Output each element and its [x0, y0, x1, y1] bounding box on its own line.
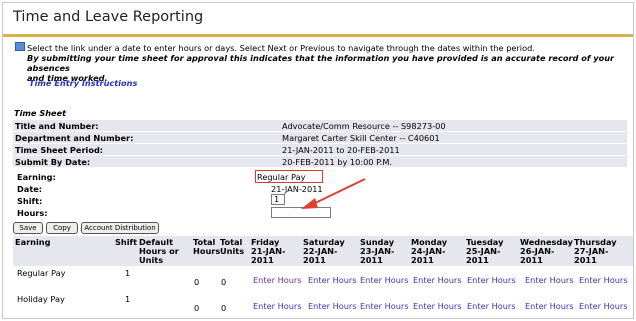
column-header-line: Shift: [115, 237, 138, 247]
column-header-line: 2011: [303, 255, 326, 265]
row-value: 21-JAN-2011 to 20-FEB-2011: [282, 145, 400, 155]
column-header-line: Earning: [15, 237, 51, 247]
column-header: Monday 24-JAN- 2011: [411, 238, 447, 265]
enter-hours-link[interactable]: Enter Hours: [413, 275, 462, 285]
enter-hours-link[interactable]: Enter Hours: [360, 301, 409, 311]
column-header: Total Hours: [193, 238, 220, 256]
column-header: Tuesday 25-JAN- 2011: [466, 238, 503, 265]
row-shift: 1: [125, 268, 131, 278]
info-icon: [15, 42, 25, 51]
info-row-submit-by: Submit By Date: 20-FEB-2011 by 10:00 P.M…: [13, 156, 627, 167]
copy-button[interactable]: Copy: [46, 222, 78, 234]
earning-name: Regular Pay: [17, 268, 66, 278]
shift-row: Shift:: [13, 195, 273, 206]
column-header: Shift: [115, 238, 137, 247]
row-label: Submit By Date:: [15, 157, 91, 167]
save-button[interactable]: Save: [13, 222, 43, 234]
column-header-line: 2011: [520, 255, 543, 265]
column-header: Saturday 22-JAN- 2011: [303, 238, 345, 265]
earning-row: Earning:: [13, 171, 273, 182]
column-header: Default Hours or Units: [139, 238, 179, 265]
column-header-line: 2011: [360, 255, 383, 265]
enter-hours-link[interactable]: Enter Hours: [360, 275, 409, 285]
row-label: Department and Number:: [15, 133, 134, 143]
row-value: Advocate/Comm Resource -- S98273-00: [282, 121, 446, 131]
time-leave-window: Time and Leave Reporting Select the link…: [2, 2, 634, 319]
enter-hours-link[interactable]: Enter Hours: [308, 301, 357, 311]
total-units: 0: [221, 303, 227, 313]
row-value: Margaret Carter Skill Center -- C40601: [282, 133, 440, 143]
column-header: Thursday 27-JAN- 2011: [574, 238, 617, 265]
total-hours: 0: [194, 277, 200, 287]
earning-label: Earning:: [17, 172, 56, 182]
info-row-department: Department and Number: Margaret Carter S…: [13, 132, 627, 143]
column-header-line: Hours: [193, 246, 221, 256]
shift-value: 1: [274, 194, 280, 204]
row-label: Title and Number:: [15, 121, 99, 131]
enter-hours-link[interactable]: Enter Hours: [525, 275, 574, 285]
header-divider: [3, 34, 633, 37]
enter-hours-link[interactable]: Enter Hours: [308, 275, 357, 285]
callout-arrow-icon: [301, 178, 366, 209]
info-line-2: By submitting your time sheet for approv…: [27, 53, 615, 73]
enter-hours-link[interactable]: Enter Hours: [525, 301, 574, 311]
column-header-line: 2011: [574, 255, 597, 265]
column-header-line: 2011: [466, 255, 489, 265]
enter-hours-link[interactable]: Enter Hours: [579, 275, 628, 285]
shift-label: Shift:: [17, 196, 43, 206]
column-header: Total Units: [220, 238, 244, 256]
column-header-line: Units: [220, 246, 245, 256]
enter-hours-link[interactable]: Enter Hours: [467, 301, 516, 311]
enter-hours-link[interactable]: Enter Hours: [467, 275, 516, 285]
date-row: Date:: [13, 183, 273, 194]
column-header: Earning: [15, 238, 50, 247]
column-header-line: 2011: [411, 255, 434, 265]
enter-hours-link[interactable]: Enter Hours: [253, 301, 302, 311]
column-header: Wednesday 26-JAN- 2011: [520, 238, 573, 265]
enter-hours-link[interactable]: Enter Hours: [253, 275, 302, 285]
row-label: Time Sheet Period:: [15, 145, 104, 155]
total-units: 0: [221, 277, 227, 287]
earning-name: Holiday Pay: [17, 294, 65, 304]
row-shift: 1: [125, 294, 131, 304]
date-label: Date:: [17, 184, 43, 194]
time-entry-instructions-link[interactable]: Time Entry Instructions: [29, 78, 137, 88]
row-value: 20-FEB-2011 by 10:00 P.M.: [282, 157, 393, 167]
info-row-period: Time Sheet Period: 21-JAN-2011 to 20-FEB…: [13, 144, 627, 155]
info-row-title: Title and Number: Advocate/Comm Resource…: [13, 120, 627, 131]
instructions-text: Select the link under a date to enter ho…: [27, 43, 627, 83]
total-hours: 0: [194, 303, 200, 313]
page-title: Time and Leave Reporting: [13, 9, 204, 25]
column-header-line: 2011: [251, 255, 274, 265]
info-line-1: Select the link under a date to enter ho…: [27, 43, 535, 53]
enter-hours-link[interactable]: Enter Hours: [413, 301, 462, 311]
column-header-line: Units: [139, 255, 164, 265]
hours-label: Hours:: [17, 208, 48, 218]
shift-input[interactable]: 1: [271, 194, 285, 205]
column-header: Sunday 23-JAN- 2011: [360, 238, 394, 265]
hours-row: Hours:: [13, 207, 273, 218]
enter-hours-link[interactable]: Enter Hours: [579, 301, 628, 311]
account-distribution-button[interactable]: Account Distribution: [81, 222, 159, 234]
time-sheet-heading: Time Sheet: [14, 108, 67, 118]
column-header: Friday 21-JAN- 2011: [251, 238, 285, 265]
